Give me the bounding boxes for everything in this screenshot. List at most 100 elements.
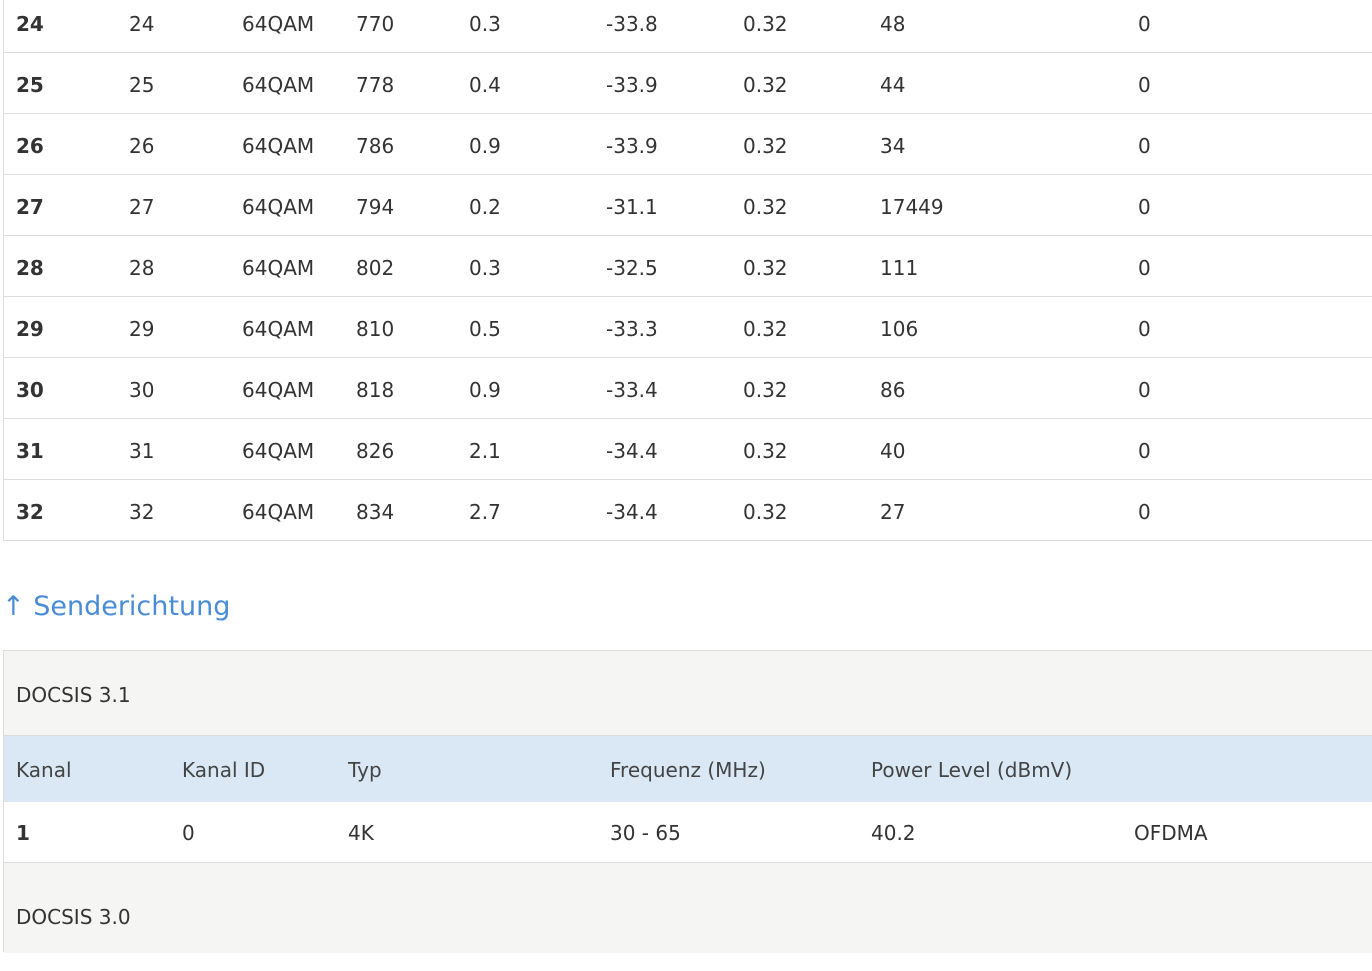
mse-cell: -33.9 [606, 134, 658, 158]
corrected-errors-cell: 17449 [880, 195, 944, 219]
uncorrected-errors-cell: 0 [1138, 134, 1151, 158]
power-level-cell: 2.7 [469, 500, 501, 524]
frequency-cell: 778 [356, 73, 395, 97]
latency-cell: 0.32 [743, 317, 788, 341]
downstream-table: 24 24 64QAM 770 0.3 -33.8 0.32 48 0 25 2… [3, 0, 1372, 541]
table-row: 26 26 64QAM 786 0.9 -33.9 0.32 34 0 [4, 114, 1372, 175]
mse-cell: -33.8 [606, 12, 658, 36]
table-row: 28 28 64QAM 802 0.3 -32.5 0.32 111 0 [4, 236, 1372, 297]
corrected-errors-cell: 48 [880, 12, 906, 36]
kanal-cell: 29 [16, 317, 44, 341]
power-level-cell: 0.3 [469, 12, 501, 36]
modulation-cell: 64QAM [242, 195, 315, 219]
mse-cell: -33.4 [606, 378, 658, 402]
corrected-errors-cell: 111 [880, 256, 919, 280]
frequency-cell: 770 [356, 12, 395, 36]
latency-cell: 0.32 [743, 12, 788, 36]
uncorrected-errors-cell: 0 [1138, 256, 1151, 280]
kanal-cell: 1 [16, 821, 30, 845]
power-level-cell: 0.4 [469, 73, 501, 97]
corrected-errors-cell: 40 [880, 439, 906, 463]
kanal-cell: 30 [16, 378, 44, 402]
kanal-cell: 24 [16, 12, 44, 36]
uncorrected-errors-cell: 0 [1138, 317, 1151, 341]
corrected-errors-cell: 44 [880, 73, 906, 97]
column-header-kanal-id: Kanal ID [182, 758, 266, 782]
mse-cell: -33.9 [606, 73, 658, 97]
latency-cell: 0.32 [743, 134, 788, 158]
latency-cell: 0.32 [743, 256, 788, 280]
uncorrected-errors-cell: 0 [1138, 378, 1151, 402]
frequency-cell: 826 [356, 439, 395, 463]
kanal-id-cell: 30 [129, 378, 155, 402]
kanal-id-cell: 27 [129, 195, 155, 219]
kanal-id-cell: 25 [129, 73, 155, 97]
uncorrected-errors-cell: 0 [1138, 439, 1151, 463]
column-header-kanal: Kanal [16, 758, 72, 782]
power-level-cell: 0.3 [469, 256, 501, 280]
frequency-cell: 834 [356, 500, 395, 524]
kanal-cell: 32 [16, 500, 44, 524]
corrected-errors-cell: 34 [880, 134, 906, 158]
power-level-cell: 40.2 [871, 821, 916, 845]
mse-cell: -33.3 [606, 317, 658, 341]
mse-cell: -34.4 [606, 439, 658, 463]
kanal-id-cell: 28 [129, 256, 155, 280]
kanal-cell: 27 [16, 195, 44, 219]
uncorrected-errors-cell: 0 [1138, 73, 1151, 97]
latency-cell: 0.32 [743, 500, 788, 524]
modulation-cell: 64QAM [242, 378, 315, 402]
kanal-cell: 28 [16, 256, 44, 280]
power-level-cell: 2.1 [469, 439, 501, 463]
mse-cell: -32.5 [606, 256, 658, 280]
power-level-cell: 0.9 [469, 134, 501, 158]
table-row: 25 25 64QAM 778 0.4 -33.9 0.32 44 0 [4, 53, 1372, 114]
latency-cell: 0.32 [743, 73, 788, 97]
latency-cell: 0.32 [743, 439, 788, 463]
latency-cell: 0.32 [743, 195, 788, 219]
modulation-cell: 64QAM [242, 73, 315, 97]
kanal-id-cell: 24 [129, 12, 155, 36]
frequency-cell: 802 [356, 256, 395, 280]
modulation-cell: 64QAM [242, 256, 315, 280]
kanal-cell: 25 [16, 73, 44, 97]
uncorrected-errors-cell: 0 [1138, 195, 1151, 219]
latency-cell: 0.32 [743, 378, 788, 402]
modulation-cell: 64QAM [242, 439, 315, 463]
docsis-31-header: DOCSIS 3.1 [4, 651, 1372, 736]
column-header-frequenz: Frequenz (MHz) [610, 758, 766, 782]
column-header-typ: Typ [348, 758, 382, 782]
table-row: 1 0 4K 30 - 65 40.2 OFDMA [4, 802, 1372, 863]
power-level-cell: 0.9 [469, 378, 501, 402]
uncorrected-errors-cell: 0 [1138, 12, 1151, 36]
table-row: 31 31 64QAM 826 2.1 -34.4 0.32 40 0 [4, 419, 1372, 480]
table-row: 32 32 64QAM 834 2.7 -34.4 0.32 27 0 [4, 480, 1372, 541]
kanal-id-cell: 26 [129, 134, 155, 158]
power-level-cell: 0.5 [469, 317, 501, 341]
modulation-cell: OFDMA [1134, 821, 1208, 845]
typ-cell: 4K [348, 821, 374, 845]
column-header-power-level: Power Level (dBmV) [871, 758, 1073, 782]
kanal-id-cell: 32 [129, 500, 155, 524]
uncorrected-errors-cell: 0 [1138, 500, 1151, 524]
modulation-cell: 64QAM [242, 500, 315, 524]
corrected-errors-cell: 86 [880, 378, 906, 402]
table-row: 30 30 64QAM 818 0.9 -33.4 0.32 86 0 [4, 358, 1372, 419]
docsis-30-header: DOCSIS 3.0 [4, 863, 1372, 953]
frequency-cell: 794 [356, 195, 395, 219]
table-row: 24 24 64QAM 770 0.3 -33.8 0.32 48 0 [4, 0, 1372, 53]
frequency-cell: 786 [356, 134, 395, 158]
corrected-errors-cell: 27 [880, 500, 906, 524]
frequency-cell: 818 [356, 378, 395, 402]
power-level-cell: 0.2 [469, 195, 501, 219]
frequency-cell: 30 - 65 [610, 821, 681, 845]
kanal-cell: 31 [16, 439, 44, 463]
modulation-cell: 64QAM [242, 134, 315, 158]
frequency-cell: 810 [356, 317, 395, 341]
upstream-column-headers: Kanal Kanal ID Typ Frequenz (MHz) Power … [4, 736, 1372, 802]
kanal-id-cell: 31 [129, 439, 155, 463]
mse-cell: -31.1 [606, 195, 658, 219]
modulation-cell: 64QAM [242, 12, 315, 36]
modulation-cell: 64QAM [242, 317, 315, 341]
upstream-panel: DOCSIS 3.1 Kanal Kanal ID Typ Frequenz (… [3, 650, 1372, 953]
